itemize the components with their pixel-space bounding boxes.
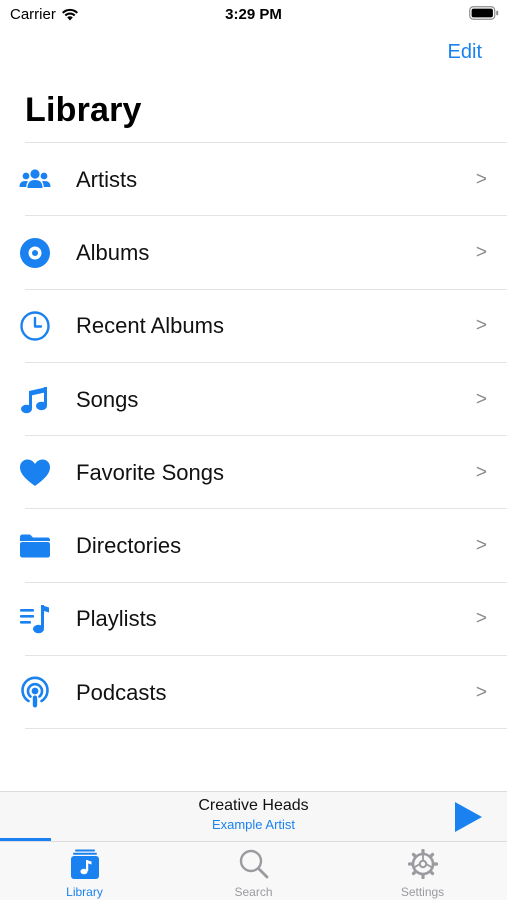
chevron-right-icon: >	[475, 241, 487, 263]
artists-icon	[18, 163, 52, 197]
playlist-icon	[18, 602, 52, 636]
list-item-songs[interactable]: Songs >	[0, 363, 507, 437]
chevron-right-icon: >	[475, 168, 487, 190]
list-item-label: Podcasts	[76, 679, 167, 705]
chevron-right-icon: >	[475, 535, 487, 557]
play-icon[interactable]	[453, 801, 483, 833]
list-item-favorite-songs[interactable]: Favorite Songs >	[0, 436, 507, 510]
now-playing-title: Creative Heads	[198, 797, 309, 814]
tab-label: Search	[234, 885, 273, 899]
podcast-icon	[18, 676, 52, 710]
status-bar: Carrier 3:29 PM	[0, 0, 507, 30]
tab-library[interactable]: Library	[0, 842, 169, 900]
clock-icon	[18, 309, 52, 343]
list-item-label: Songs	[76, 386, 139, 412]
chevron-right-icon: >	[475, 315, 487, 337]
list-item-label: Directories	[76, 533, 182, 559]
list-item-label: Recent Albums	[76, 313, 224, 339]
tab-label: Library	[66, 885, 103, 899]
tab-bar: Library Search Settings	[0, 841, 507, 900]
library-list: Artists > Albums > Recent Albums > Songs…	[0, 143, 507, 730]
divider	[25, 728, 507, 730]
tab-search[interactable]: Search	[169, 842, 338, 900]
heart-icon	[18, 456, 52, 490]
chevron-right-icon: >	[475, 461, 487, 483]
chevron-right-icon: >	[475, 608, 487, 630]
battery-icon	[469, 6, 499, 20]
album-icon	[18, 236, 52, 270]
tab-settings[interactable]: Settings	[338, 842, 507, 900]
gear-icon	[407, 849, 438, 879]
now-playing-artist[interactable]: Example Artist	[0, 817, 507, 832]
chevron-right-icon: >	[475, 388, 487, 410]
list-item-label: Favorite Songs	[76, 459, 224, 485]
list-item-podcasts[interactable]: Podcasts >	[0, 656, 507, 730]
page-title: Library	[25, 91, 142, 129]
chevron-right-icon: >	[475, 681, 487, 703]
list-item-label: Artists	[76, 166, 138, 192]
tab-label: Settings	[400, 885, 445, 899]
list-item-recent-albums[interactable]: Recent Albums >	[0, 290, 507, 363]
music-note-icon	[18, 383, 52, 417]
list-item-label: Playlists	[76, 606, 157, 632]
list-item-label: Albums	[76, 239, 150, 265]
list-item-playlists[interactable]: Playlists >	[0, 583, 507, 657]
search-icon	[239, 849, 268, 879]
list-item-directories[interactable]: Directories >	[0, 509, 507, 583]
status-time: 3:29 PM	[225, 6, 282, 23]
mini-player[interactable]: Creative Heads Example Artist	[0, 791, 507, 841]
list-item-artists[interactable]: Artists >	[0, 143, 507, 217]
list-item-albums[interactable]: Albums >	[0, 216, 507, 290]
edit-button[interactable]: Edit	[448, 41, 482, 64]
folder-icon	[18, 529, 52, 563]
library-tab-icon	[70, 849, 99, 879]
